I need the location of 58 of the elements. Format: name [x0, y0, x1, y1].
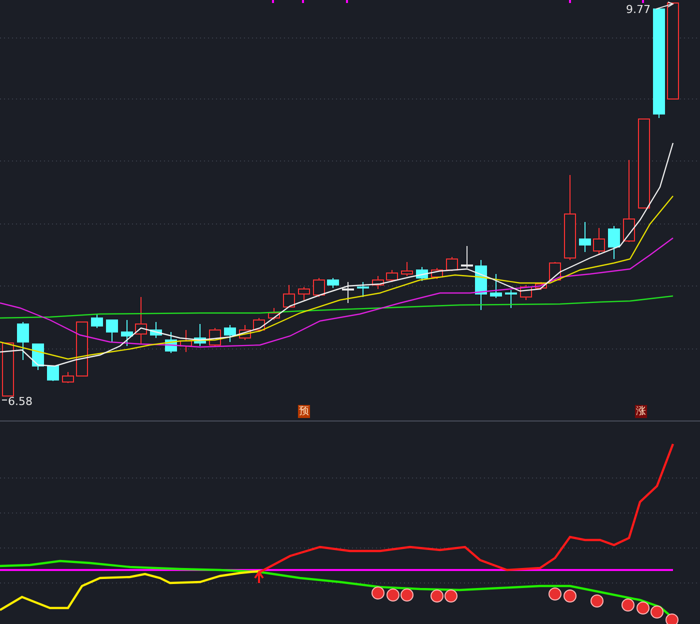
candle: [150, 322, 162, 338]
tick-mark: [569, 0, 571, 3]
signal-ball: [400, 588, 414, 602]
signal-ball: [548, 588, 562, 600]
pointer-arrow-icon: [656, 2, 674, 10]
candle: [17, 322, 29, 360]
candle: [490, 274, 502, 298]
signal-ball: [386, 588, 400, 602]
candle: [342, 282, 354, 304]
tick-mark: [642, 0, 644, 3]
signal-ball: [430, 590, 444, 602]
candle: [446, 256, 458, 272]
signal-ball: [650, 606, 664, 618]
candle: [298, 286, 310, 300]
candle: [268, 308, 280, 320]
tick-mark: [272, 0, 274, 3]
signal-ball: [444, 590, 458, 602]
candle: [224, 324, 236, 342]
signal-marker: 预: [298, 405, 310, 418]
candle: [505, 290, 517, 308]
candle: [386, 270, 398, 282]
signal-ball: [636, 602, 650, 614]
candle: [47, 366, 59, 382]
tick-mark: [346, 0, 348, 3]
candle: [283, 284, 295, 308]
candle: [91, 314, 103, 328]
candle: [121, 320, 133, 346]
candle: [416, 266, 428, 282]
candle: [135, 296, 147, 344]
candle: [461, 246, 473, 268]
candle: [401, 262, 413, 276]
signal-marker: 涨: [635, 405, 647, 418]
candle: [327, 278, 339, 288]
candle: [593, 228, 605, 254]
candle: [76, 322, 88, 376]
candle: [313, 278, 325, 298]
candle: [608, 226, 620, 260]
up-arrow-icon: [254, 570, 264, 584]
candle: [475, 260, 487, 310]
high-price-label: 9.77: [626, 3, 650, 16]
signal-ball: [590, 594, 604, 608]
candle: [520, 284, 532, 300]
candle: [431, 268, 443, 280]
candle: [194, 324, 206, 346]
signal-ball: [622, 598, 634, 612]
candle: [579, 222, 591, 252]
candle: [239, 324, 251, 340]
signal-ball: [372, 586, 384, 600]
candle: [535, 282, 547, 290]
candle: [372, 276, 384, 290]
candle: [106, 320, 118, 342]
signal-ball: [564, 590, 576, 602]
candle: [180, 330, 192, 352]
candle: [165, 332, 177, 354]
candle: [62, 372, 74, 384]
tick-mark: [302, 0, 304, 3]
low-price-label: 6.58: [8, 395, 32, 408]
candle: [357, 282, 369, 298]
